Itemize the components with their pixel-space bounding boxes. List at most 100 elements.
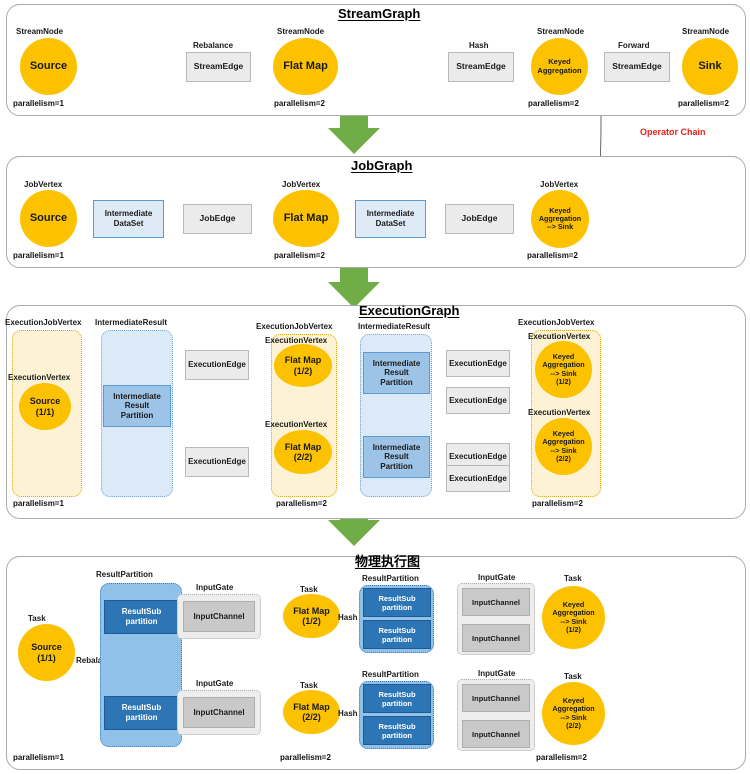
stream-node-sink[interactable]: Sink [682,38,738,95]
caption-job-vertex-2: JobVertex [282,180,321,189]
operator-chain-annotation: Operator Chain [640,127,706,137]
execution-vertex-source[interactable]: Source (1/1) [19,383,71,430]
caption-job-vertex-1: JobVertex [24,180,63,189]
execution-vertex-flatmap-2-label: Flat Map (2/2) [284,441,322,462]
intermediate-result-partition-2-label: Intermediate Result Partition [372,358,421,387]
intermediate-result-partition-2[interactable]: Intermediate Result Partition [363,352,430,394]
caption-result-partition-3: ResultPartition [362,670,419,679]
intermediate-result-partition-1[interactable]: Intermediate Result Partition [103,385,171,427]
job-vertex-keyed-aggregation-sink[interactable]: Keyed Aggregation --> Sink [531,190,589,248]
intermediate-dataset-2-label: Intermediate DataSet [366,209,415,228]
result-subpartition-1[interactable]: ResultSub partition [104,600,179,634]
stream-source-parallelism: parallelism=1 [13,99,64,108]
execution-edge-1[interactable]: ExecutionEdge [185,350,249,380]
execution-vertex-flatmap-1[interactable]: Flat Map (1/2) [274,344,332,387]
caption-input-gate-3: InputGate [478,573,516,582]
job-vertex-source-label: Source [29,212,68,225]
result-subpartition-6[interactable]: ResultSub partition [363,716,431,745]
result-subpartition-1-label: ResultSub partition [121,607,162,626]
job-vertex-source[interactable]: Source [20,190,77,247]
stream-node-source-label: Source [29,60,68,73]
exec-source-parallelism: parallelism=1 [13,499,64,508]
job-graph-title: JobGraph [351,158,413,173]
job-edge-2[interactable]: JobEdge [445,204,514,234]
physical-keyed-parallelism: parallelism=2 [536,753,587,762]
caption-stream-node-1: StreamNode [16,27,64,36]
execution-edge-3[interactable]: ExecutionEdge [446,350,510,377]
physical-flatmap-parallelism: parallelism=2 [280,753,331,762]
stream-node-keyed-aggregation-label: Keyed Aggregation [537,57,582,75]
input-channel-4-label: InputChannel [472,633,520,643]
physical-task-keyed-1-label: Keyed Aggregation --> Sink (1/2) [552,600,595,634]
input-channel-1[interactable]: InputChannel [183,601,255,632]
job-vertex-flatmap[interactable]: Flat Map [273,190,339,247]
input-channel-5-label: InputChannel [472,693,520,703]
job-edge-2-label: JobEdge [461,213,498,224]
result-subpartition-5-label: ResultSub partition [378,689,416,708]
physical-task-source[interactable]: Source (1/1) [18,624,75,681]
caption-task-keyed-2: Task [564,672,582,681]
stream-node-keyed-aggregation[interactable]: Keyed Aggregation [531,38,588,95]
intermediate-result-partition-3-label: Intermediate Result Partition [372,442,421,471]
execution-vertex-keyed-1-label: Keyed Aggregation --> Sink (1/2) [542,352,585,386]
physical-task-flatmap-1-label: Flat Map (1/2) [293,605,330,626]
stream-node-source[interactable]: Source [20,38,77,95]
execution-edge-5-label: ExecutionEdge [449,451,507,461]
stream-node-flatmap[interactable]: Flat Map [273,38,338,95]
stream-keyed-parallelism: parallelism=2 [528,99,579,108]
caption-task-source: Task [28,614,46,623]
caption-result-partition-1: ResultPartition [96,570,153,579]
result-subpartition-3-label: ResultSub partition [378,593,416,612]
input-channel-2-label: InputChannel [193,708,245,717]
input-channel-6[interactable]: InputChannel [462,720,530,748]
intermediate-result-partition-3[interactable]: Intermediate Result Partition [363,436,430,478]
physical-task-flatmap-2[interactable]: Flat Map (2/2) [283,690,340,734]
job-edge-1[interactable]: JobEdge [183,204,252,234]
physical-task-keyed-2[interactable]: Keyed Aggregation --> Sink (2/2) [542,682,605,745]
stream-edge-1[interactable]: StreamEdge [186,52,251,82]
caption-rebalance: Rebalance [193,41,234,50]
execution-edge-2[interactable]: ExecutionEdge [185,447,249,477]
input-channel-5[interactable]: InputChannel [462,684,530,712]
caption-input-gate-1: InputGate [196,583,234,592]
flink-graph-diagram: StreamGraph StreamNode Source parallelis… [0,0,750,774]
job-keyed-parallelism: parallelism=2 [527,251,578,260]
input-channel-4[interactable]: InputChannel [462,624,530,652]
result-subpartition-2[interactable]: ResultSub partition [104,696,179,730]
job-vertex-keyed-aggregation-sink-label: Keyed Aggregation --> Sink [538,205,582,232]
execution-edge-6-label: ExecutionEdge [449,473,507,483]
result-subpartition-4[interactable]: ResultSub partition [363,620,431,649]
physical-task-flatmap-1[interactable]: Flat Map (1/2) [283,594,340,638]
stream-node-flatmap-label: Flat Map [283,60,328,73]
caption-exec-vertex-5: ExecutionVertex [528,408,591,417]
intermediate-dataset-1[interactable]: Intermediate DataSet [93,200,164,238]
caption-task-flatmap-2: Task [300,681,318,690]
result-subpartition-4-label: ResultSub partition [378,625,416,644]
execution-vertex-keyed-1[interactable]: Keyed Aggregation --> Sink (1/2) [535,341,592,398]
execution-graph-title: ExecutionGraph [359,303,460,318]
input-channel-1-label: InputChannel [193,612,245,621]
execution-edge-2-label: ExecutionEdge [188,457,246,467]
execution-vertex-flatmap-2[interactable]: Flat Map (2/2) [274,430,332,474]
physical-task-keyed-1[interactable]: Keyed Aggregation --> Sink (1/2) [542,586,605,649]
execution-edge-4[interactable]: ExecutionEdge [446,387,510,414]
input-channel-3[interactable]: InputChannel [462,588,530,616]
caption-task-keyed-1: Task [564,574,582,583]
result-subpartition-3[interactable]: ResultSub partition [363,588,431,617]
execution-edge-6[interactable]: ExecutionEdge [446,465,510,492]
caption-input-gate-2: InputGate [196,679,234,688]
job-edge-1-label: JobEdge [199,213,236,224]
stream-edge-2[interactable]: StreamEdge [448,52,514,82]
physical-graph-title: 物理执行图 [355,554,421,569]
caption-hash-2: Hash [338,709,358,718]
intermediate-dataset-2[interactable]: Intermediate DataSet [355,200,426,238]
execution-vertex-keyed-2[interactable]: Keyed Aggregation --> Sink (2/2) [535,418,592,475]
stream-node-sink-label: Sink [698,60,722,73]
caption-task-flatmap-1: Task [300,585,318,594]
physical-task-source-label: Source (1/1) [31,642,62,663]
result-subpartition-5[interactable]: ResultSub partition [363,684,431,713]
intermediate-result-partition-1-label: Intermediate Result Partition [113,391,161,420]
caption-exec-vertex-3: ExecutionVertex [265,420,328,429]
input-channel-2[interactable]: InputChannel [183,697,255,728]
stream-edge-3[interactable]: StreamEdge [604,52,670,82]
